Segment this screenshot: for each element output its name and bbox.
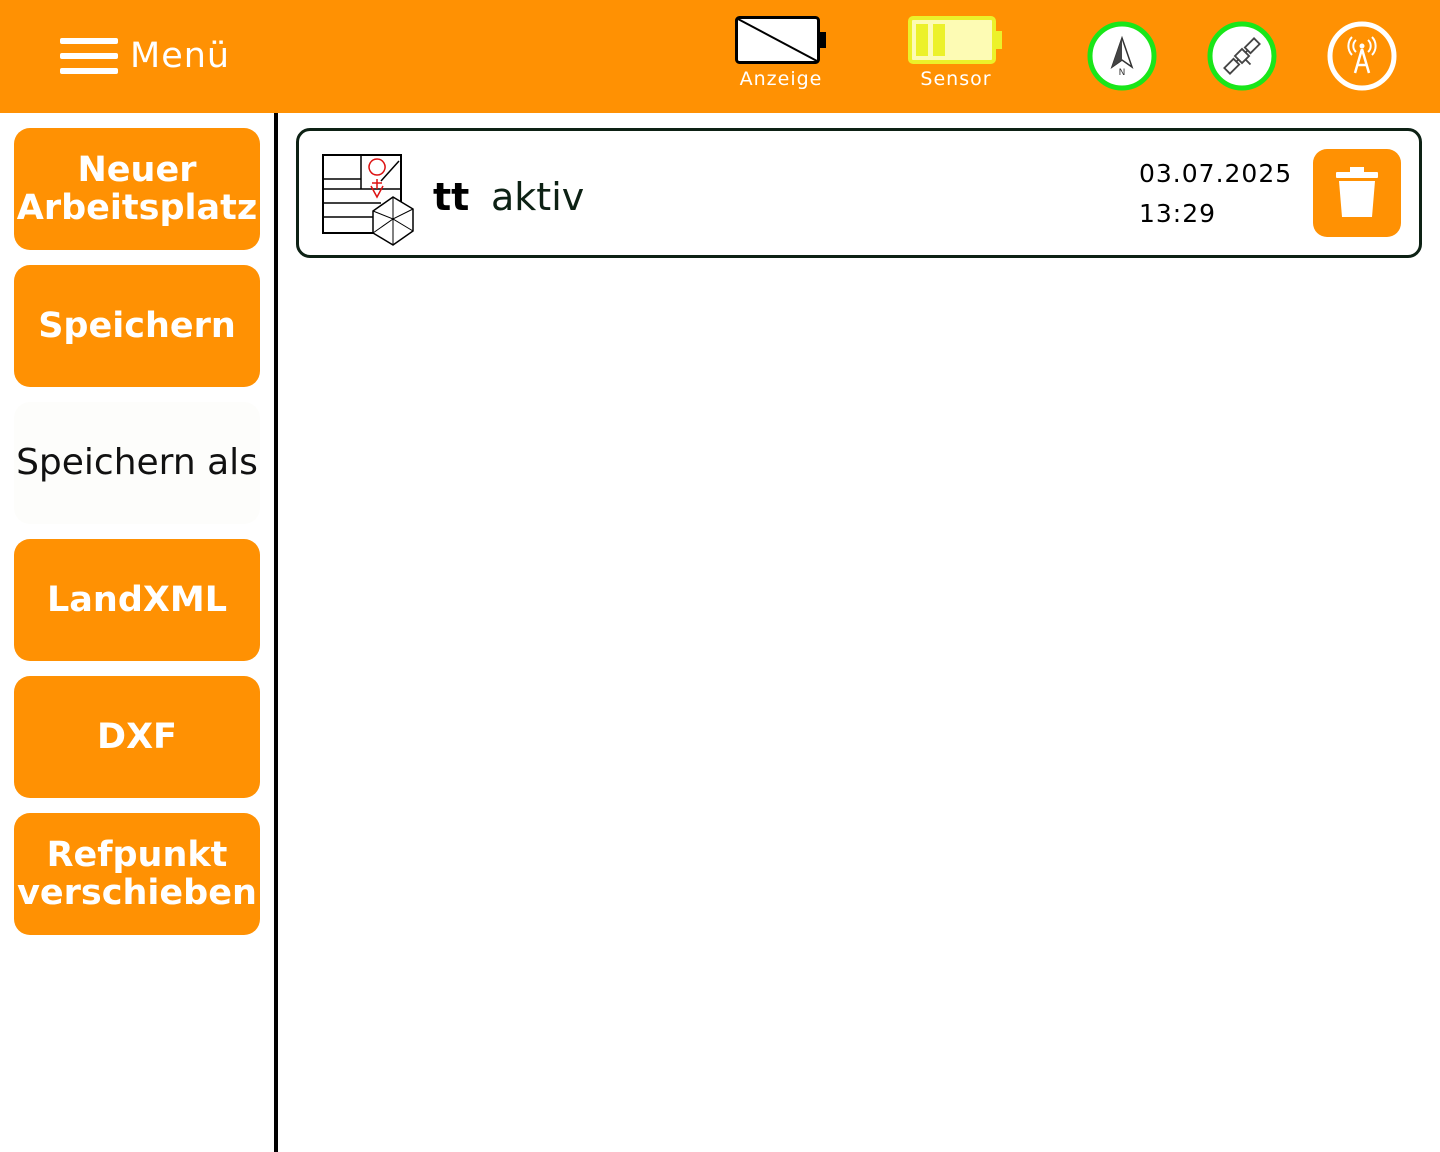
battery-half-icon (908, 16, 1002, 64)
sidebar-divider (274, 113, 278, 1152)
top-bar: Menü Anzeige Sensor N (0, 0, 1440, 113)
delete-worksite-button[interactable] (1313, 149, 1401, 237)
move-refpoint-label: Refpunkt verschieben (17, 835, 257, 913)
display-battery-label: Anzeige (739, 68, 823, 90)
new-worksite-button[interactable]: Neuer Arbeitsplatz (14, 128, 260, 250)
svg-text:N: N (1119, 68, 1126, 78)
hamburger-icon (60, 36, 118, 76)
worksite-date: 03.07.2025 (1139, 159, 1293, 188)
radio-tower-icon[interactable] (1327, 21, 1397, 91)
new-worksite-label: Neuer Arbeitsplatz (16, 150, 258, 228)
save-label: Speichern (38, 306, 236, 346)
save-as-label: Speichern als (16, 442, 258, 483)
menu-label: Menü (130, 36, 231, 76)
worksite-status: aktiv (491, 175, 585, 219)
worksite-map-icon (322, 154, 414, 246)
sensor-battery-indicator: Sensor (908, 16, 1004, 96)
menu-button[interactable]: Menü (60, 34, 230, 78)
move-refpoint-button[interactable]: Refpunkt verschieben (14, 813, 260, 935)
trash-icon (1336, 167, 1378, 217)
worksite-name: tt (433, 175, 470, 219)
battery-empty-icon (735, 16, 826, 64)
dxf-button[interactable]: DXF (14, 676, 260, 798)
sensor-battery-label: Sensor (920, 68, 992, 90)
landxml-label: LandXML (46, 580, 227, 620)
save-as-button[interactable]: Speichern als (14, 402, 260, 524)
save-button[interactable]: Speichern (14, 265, 260, 387)
display-battery-indicator: Anzeige (735, 16, 827, 96)
landxml-button[interactable]: LandXML (14, 539, 260, 661)
worksite-list-item[interactable]: tt aktiv 03.07.2025 13:29 (296, 128, 1422, 258)
dxf-label: DXF (97, 717, 177, 757)
worksite-time: 13:29 (1139, 199, 1217, 228)
satellite-icon[interactable] (1207, 21, 1277, 91)
compass-north-icon[interactable]: N (1087, 21, 1157, 91)
